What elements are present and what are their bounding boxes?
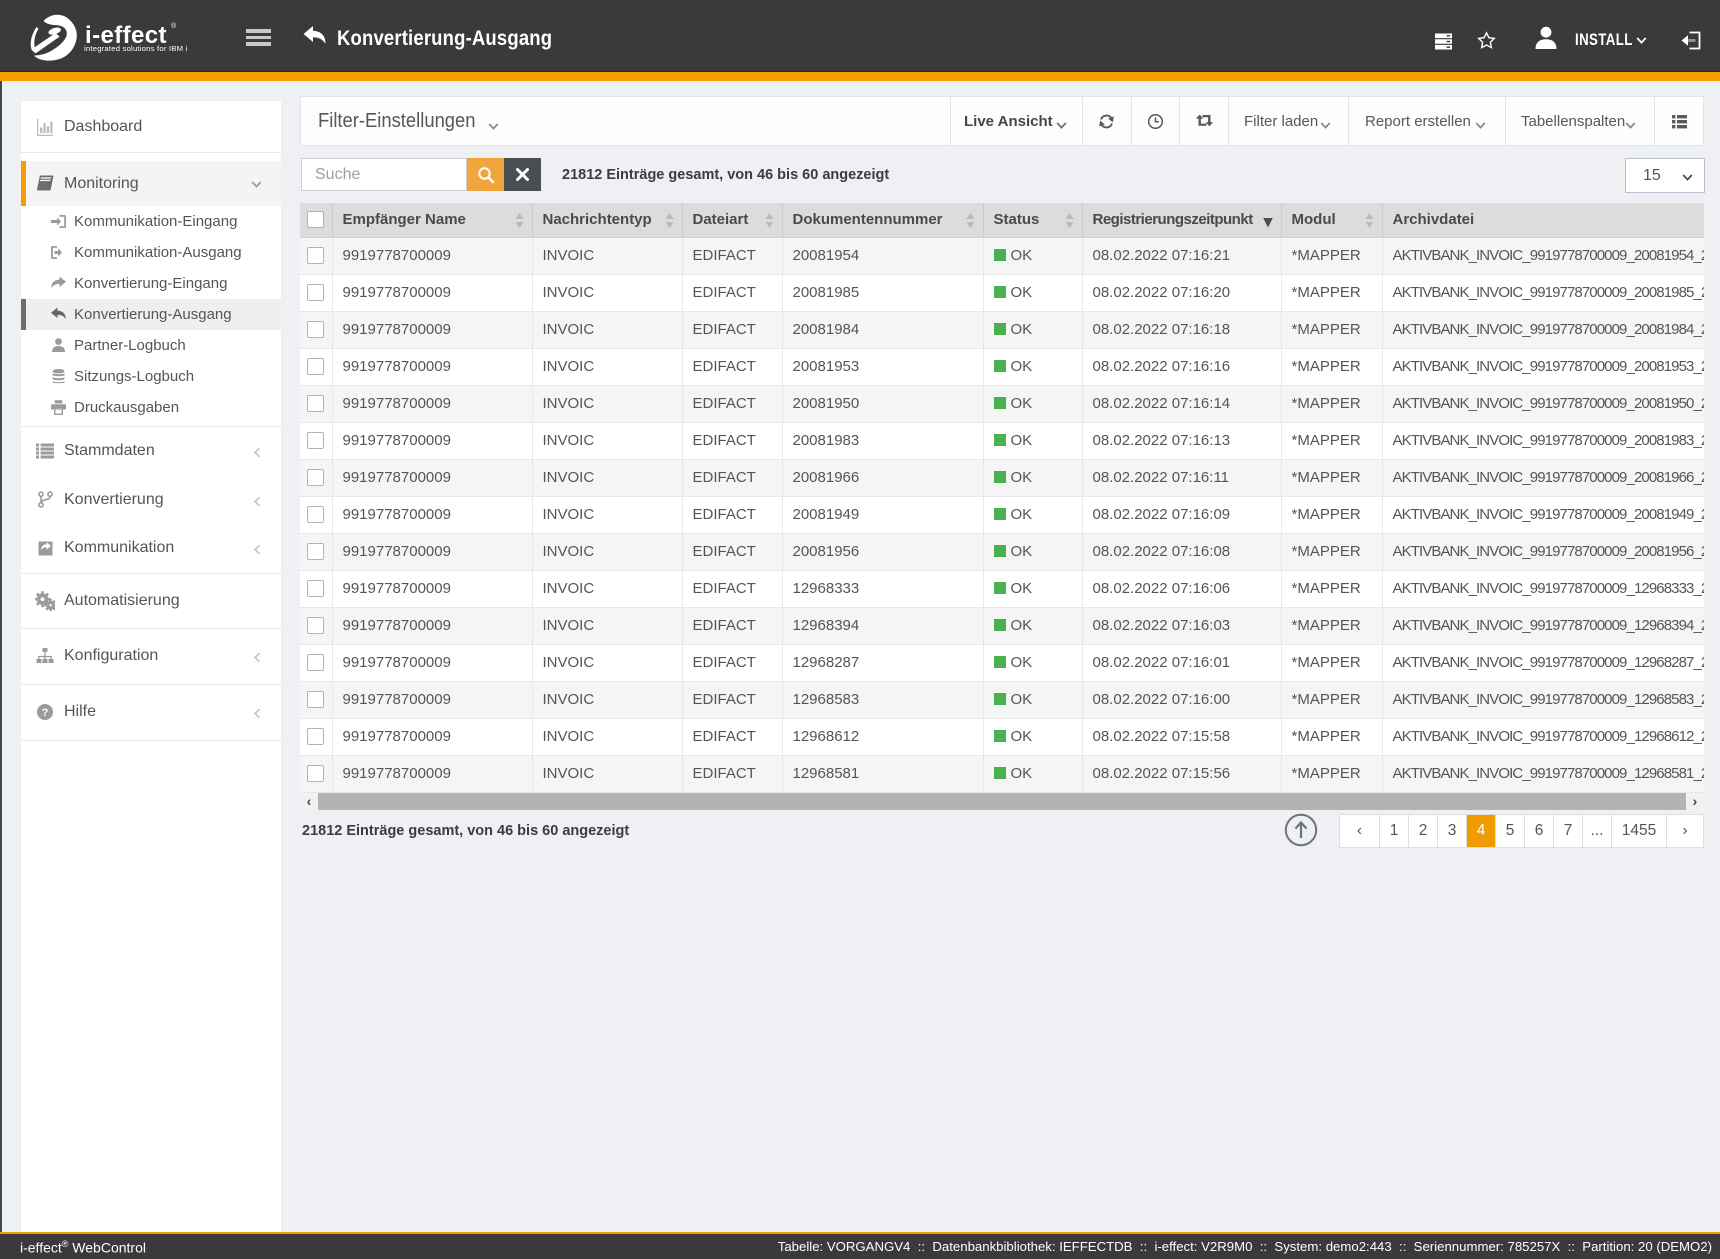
svg-text:®: ® [171,22,177,30]
svg-text:?: ? [42,707,49,719]
svg-text:integrated solutions for IBM i: integrated solutions for IBM i [84,44,188,53]
